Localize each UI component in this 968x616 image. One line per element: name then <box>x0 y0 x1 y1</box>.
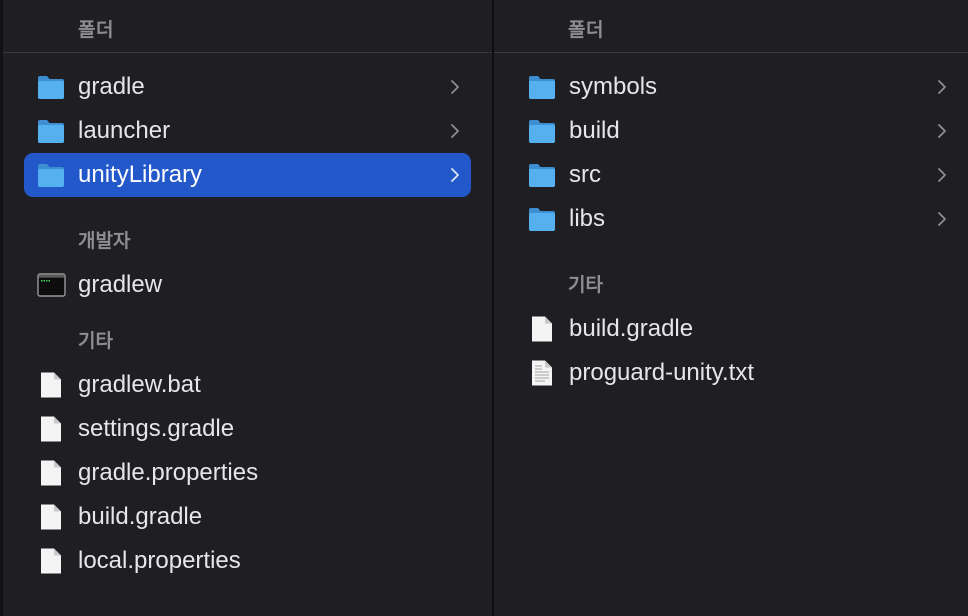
chevron-right-icon <box>451 168 459 182</box>
file-label: settings.gradle <box>78 415 235 442</box>
chevron-right-icon <box>451 124 459 138</box>
folder-icon <box>38 76 64 99</box>
folder-icon <box>529 164 555 187</box>
folder-row-unitylibrary[interactable]: unityLibrary <box>24 153 471 197</box>
file-label: local.properties <box>78 547 241 574</box>
column-browser: 폴더 gradle launcher unityLibrary 개발자 grad… <box>0 0 968 616</box>
chevron-right-icon <box>938 124 946 138</box>
folder-icon <box>529 208 555 231</box>
column-2[interactable]: 폴더 symbols build src libs 기타 build.gradl… <box>494 0 968 616</box>
file-row-settings-gradle[interactable]: settings.gradle <box>24 407 471 451</box>
file-row-proguard-unity-txt[interactable]: proguard-unity.txt <box>515 351 958 395</box>
column-header: 폴더 <box>494 0 968 53</box>
folder-row-libs[interactable]: libs <box>515 197 958 241</box>
folder-label: gradle <box>78 73 145 100</box>
folder-icon <box>529 120 555 143</box>
file-row-gradle-properties[interactable]: gradle.properties <box>24 451 471 495</box>
folder-icon <box>38 120 64 143</box>
text-document-icon <box>532 360 552 386</box>
file-label: proguard-unity.txt <box>569 359 754 386</box>
folder-row-gradle[interactable]: gradle <box>24 65 471 109</box>
header-label-folders: 폴더 <box>568 20 604 41</box>
document-icon <box>41 504 61 530</box>
chevron-right-icon <box>938 168 946 182</box>
section-label-other: 기타 <box>78 331 113 352</box>
document-icon <box>41 416 61 442</box>
terminal-icon <box>37 273 66 297</box>
folder-row-launcher[interactable]: launcher <box>24 109 471 153</box>
folder-label: libs <box>569 205 606 232</box>
folder-row-src[interactable]: src <box>515 153 958 197</box>
folder-icon <box>38 164 64 187</box>
document-icon <box>532 316 552 342</box>
folder-label: launcher <box>78 117 171 144</box>
column-header: 폴더 <box>3 0 492 53</box>
folder-row-symbols[interactable]: symbols <box>515 65 958 109</box>
document-icon <box>41 372 61 398</box>
file-row-gradlew-bat[interactable]: gradlew.bat <box>24 363 471 407</box>
file-label: gradlew <box>78 271 163 298</box>
column-1[interactable]: 폴더 gradle launcher unityLibrary 개발자 grad… <box>3 0 492 616</box>
section-label-other: 기타 <box>568 275 603 296</box>
file-row-local-properties[interactable]: local.properties <box>24 539 471 583</box>
folder-label: unityLibrary <box>78 161 203 188</box>
file-row-build-gradle[interactable]: build.gradle <box>515 307 958 351</box>
chevron-right-icon <box>938 212 946 226</box>
folder-label: symbols <box>569 73 658 100</box>
header-label-folders: 폴더 <box>78 20 114 41</box>
chevron-right-icon <box>938 80 946 94</box>
folder-label: src <box>569 161 601 188</box>
section-label-developer: 개발자 <box>78 231 131 252</box>
folder-icon <box>529 76 555 99</box>
folder-row-build[interactable]: build <box>515 109 958 153</box>
document-icon <box>41 460 61 486</box>
folder-label: build <box>569 117 620 144</box>
file-label: gradle.properties <box>78 459 259 486</box>
file-label: build.gradle <box>569 315 694 342</box>
file-label: gradlew.bat <box>78 371 201 398</box>
document-icon <box>41 548 61 574</box>
chevron-right-icon <box>451 80 459 94</box>
file-row-gradlew[interactable]: gradlew <box>24 263 471 307</box>
file-row-build-gradle[interactable]: build.gradle <box>24 495 471 539</box>
file-label: build.gradle <box>78 503 203 530</box>
